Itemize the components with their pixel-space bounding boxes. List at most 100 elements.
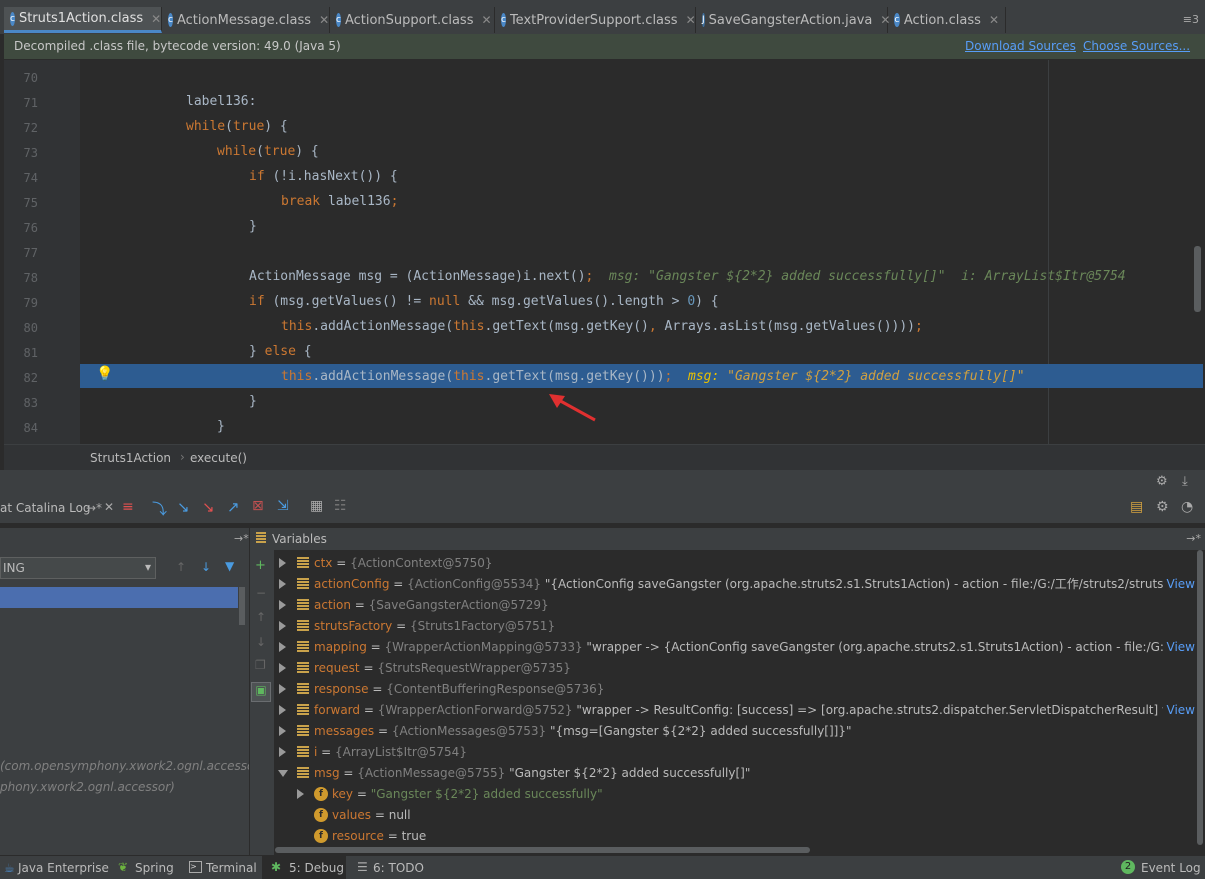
view-link[interactable]: View <box>1162 700 1195 721</box>
tab-struts1action[interactable]: c Struts1Action.class ✕ <box>4 7 162 33</box>
event-log-tab[interactable]: Event Log <box>1141 861 1201 875</box>
tab-textprovidersupport[interactable]: c TextProviderSupport.class ✕ <box>495 7 696 33</box>
variable-row[interactable]: action = {SaveGangsterAction@5729} <box>275 595 1195 616</box>
expand-arrow-icon[interactable] <box>279 705 286 715</box>
breadcrumb-method[interactable]: execute() <box>190 451 247 465</box>
tab-overflow-menu[interactable]: ≡3 <box>1183 13 1199 26</box>
gauge-icon[interactable]: ◔ <box>1181 499 1193 515</box>
show-execution-point-icon[interactable]: ≡ <box>122 499 134 515</box>
thread-dropdown-value: ING <box>3 561 25 575</box>
new-watch-icon[interactable]: + <box>255 558 266 573</box>
close-icon[interactable]: ✕ <box>481 13 491 27</box>
gear-icon[interactable]: ⚙ <box>1156 474 1168 489</box>
close-icon[interactable]: ✕ <box>104 500 114 514</box>
variable-name: i <box>314 745 318 759</box>
expand-arrow-icon[interactable] <box>279 600 286 610</box>
frame-item[interactable]: (com.opensymphony.xwork2.ognl.accessor <box>0 759 249 773</box>
frame-item[interactable]: phony.xwork2.ognl.accessor) <box>0 780 175 794</box>
tab-actionmessage[interactable]: c ActionMessage.class ✕ <box>162 7 330 33</box>
filter-icon[interactable]: ▼ <box>225 559 234 573</box>
up-arrow-icon[interactable]: ↑ <box>256 610 266 624</box>
java-enterprise-tab[interactable]: Java Enterprise <box>18 861 109 875</box>
variable-icon <box>297 704 309 716</box>
settings-icon[interactable]: ⚙ <box>1156 499 1169 515</box>
terminal-tab[interactable]: Terminal <box>206 861 257 875</box>
variable-row[interactable]: actionConfig = {ActionConfig@5534} "{Act… <box>275 574 1195 595</box>
expand-arrow-icon[interactable] <box>279 621 286 631</box>
collapse-arrow-icon[interactable] <box>278 770 288 777</box>
expand-arrow-icon[interactable] <box>279 684 286 694</box>
variable-row[interactable]: request = {StrutsRequestWrapper@5735} <box>275 658 1195 679</box>
variable-row[interactable]: i = {ArrayList$Itr@5754} <box>275 742 1195 763</box>
expand-arrow-icon[interactable] <box>297 789 304 799</box>
expand-arrow-icon[interactable] <box>279 726 286 736</box>
field-row[interactable]: f resource = true <box>275 826 1195 847</box>
trace-icon[interactable]: ☷ <box>334 498 347 514</box>
variable-type: {WrapperActionMapping@5733} <box>384 640 583 654</box>
variable-name: ctx <box>314 556 333 570</box>
pin-icon[interactable]: →* <box>234 532 249 545</box>
selected-frame[interactable] <box>0 587 238 608</box>
pin-icon[interactable]: →* <box>1186 532 1201 545</box>
class-file-icon: c <box>168 13 173 27</box>
variables-scrollbar[interactable] <box>1197 550 1203 845</box>
evaluate-expression-icon[interactable]: ▦ <box>310 498 323 514</box>
variable-icon <box>297 641 309 653</box>
show-watches-icon[interactable]: ▣ <box>251 682 271 702</box>
run-to-cursor-icon[interactable]: ⇲ <box>277 498 289 514</box>
pin-icon[interactable]: →* <box>86 501 102 515</box>
thread-dropdown[interactable]: ING ▾ <box>0 557 156 579</box>
line-number: 72 <box>23 121 38 135</box>
expand-arrow-icon[interactable] <box>279 663 286 673</box>
tab-savegangsteraction[interactable]: J SaveGangsterAction.java ✕ <box>696 7 890 33</box>
force-step-into-icon[interactable]: ↘ <box>202 498 215 516</box>
expand-arrow-icon[interactable] <box>279 579 286 589</box>
download-sources-link[interactable]: Download Sources <box>965 39 1076 53</box>
catalina-log-tab[interactable]: at Catalina Log <box>0 501 91 515</box>
spring-tab[interactable]: Spring <box>135 861 174 875</box>
view-link[interactable]: View <box>1162 574 1195 595</box>
frames-scrollbar[interactable] <box>239 587 245 625</box>
close-icon[interactable]: ✕ <box>319 13 329 27</box>
variable-row[interactable]: response = {ContentBufferingResponse@573… <box>275 679 1195 700</box>
field-row[interactable]: f key = "Gangster ${2*2} added successfu… <box>275 784 1195 805</box>
variable-row[interactable]: messages = {ActionMessages@5753} "{msg=[… <box>275 721 1195 742</box>
restore-layout-icon[interactable]: ▤ <box>1130 499 1143 515</box>
todo-tab[interactable]: 6: TODO <box>373 861 424 875</box>
tab-action[interactable]: c Action.class ✕ <box>888 7 1006 33</box>
close-icon[interactable]: ✕ <box>686 13 696 27</box>
remove-watch-icon[interactable]: − <box>256 586 266 600</box>
variable-row[interactable]: mapping = {WrapperActionMapping@5733} "w… <box>275 637 1195 658</box>
breadcrumb-class[interactable]: Struts1Action <box>90 451 171 465</box>
variable-row[interactable]: ctx = {ActionContext@5750} <box>275 553 1195 574</box>
expand-arrow-icon[interactable] <box>279 747 286 757</box>
close-icon[interactable]: ✕ <box>989 13 999 27</box>
variable-row[interactable]: strutsFactory = {Struts1Factory@5751} <box>275 616 1195 637</box>
choose-sources-link[interactable]: Choose Sources... <box>1083 39 1190 53</box>
variable-row[interactable]: msg = {ActionMessage@5755} "Gangster ${2… <box>275 763 1195 784</box>
copy-icon[interactable]: ❐ <box>255 658 266 672</box>
lightbulb-icon[interactable]: 💡 <box>96 366 113 382</box>
editor-scrollbar[interactable] <box>1194 246 1201 312</box>
close-icon[interactable]: ✕ <box>151 12 161 26</box>
horizontal-scrollbar[interactable] <box>275 847 810 853</box>
line-number: 73 <box>23 146 38 160</box>
field-row[interactable]: f values = null <box>275 805 1195 826</box>
expand-arrow-icon[interactable] <box>279 558 286 568</box>
variables-tree: ctx = {ActionContext@5750} actionConfig … <box>275 550 1195 855</box>
code-line-78: ActionMessage msg = (ActionMessage)i.nex… <box>249 269 1126 284</box>
up-arrow-icon[interactable]: ↑ <box>176 560 186 574</box>
step-out-icon[interactable]: ↗ <box>227 498 240 516</box>
tab-actionsupport[interactable]: c ActionSupport.class ✕ <box>330 7 495 33</box>
hide-icon[interactable]: ⤓ <box>1182 474 1188 489</box>
view-link[interactable]: View <box>1162 637 1195 658</box>
step-into-icon[interactable]: ↘ <box>177 498 190 516</box>
variable-row[interactable]: forward = {WrapperActionForward@5752} "w… <box>275 700 1195 721</box>
down-arrow-icon[interactable]: ↓ <box>201 560 211 574</box>
expand-arrow-icon[interactable] <box>279 642 286 652</box>
down-arrow-icon[interactable]: ↓ <box>256 635 266 649</box>
line-number: 78 <box>23 271 38 285</box>
debug-tab[interactable]: 5: Debug <box>289 861 344 875</box>
step-over-icon[interactable]: ⤵ <box>152 498 167 519</box>
drop-frame-icon[interactable]: ⊠ <box>252 498 264 514</box>
